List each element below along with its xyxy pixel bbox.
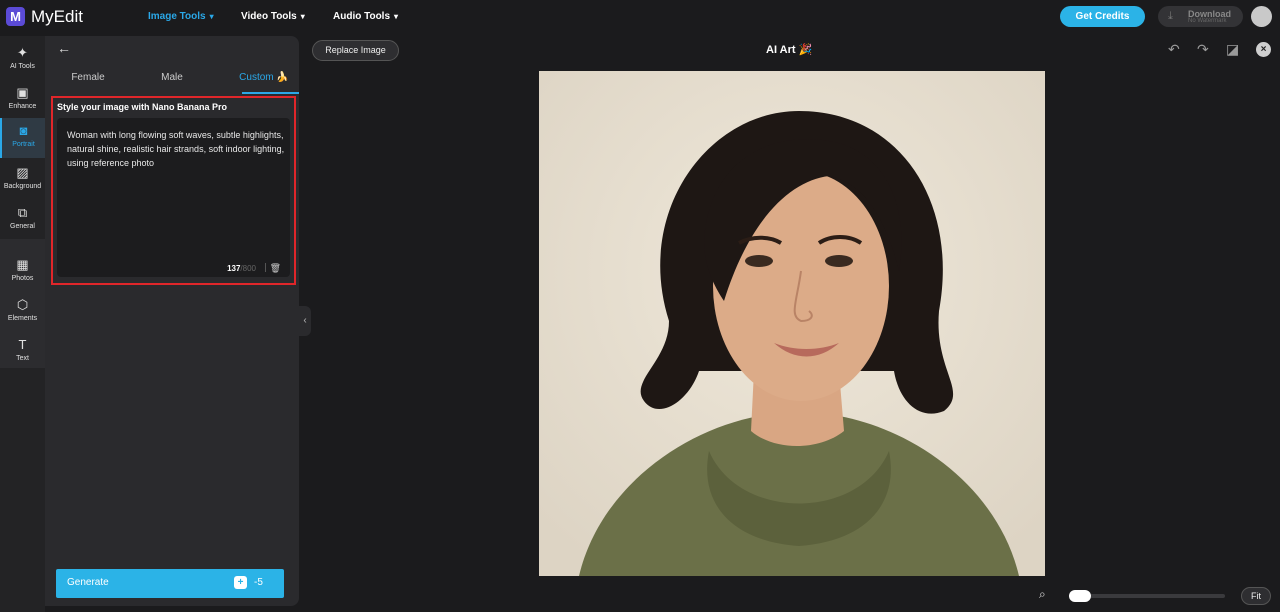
prompt-text[interactable]: Woman with long flowing soft waves, subt…: [67, 128, 287, 170]
generate-button[interactable]: Generate + -5: [56, 569, 284, 598]
rail-item-portrait[interactable]: ◙ Portrait: [0, 118, 45, 158]
nav-label: Audio Tools: [333, 11, 391, 22]
undo-icon[interactable]: ↶: [1168, 41, 1180, 58]
rail-item-general[interactable]: ⧉ General: [0, 200, 45, 240]
rail-label: AI Tools: [10, 63, 35, 70]
compare-icon[interactable]: ◪: [1226, 41, 1239, 58]
tab-male[interactable]: Male: [137, 72, 207, 83]
nav-video-tools[interactable]: Video Tools ▾: [241, 11, 305, 22]
nav-audio-tools[interactable]: Audio Tools ▾: [333, 11, 398, 22]
rail-label: Text: [16, 355, 29, 362]
zoom-icon[interactable]: ⌕: [1039, 587, 1046, 602]
rail-label: Photos: [11, 275, 34, 282]
rail-item-elements[interactable]: ⬡ Elements: [0, 292, 45, 332]
nav-label: Video Tools: [241, 11, 297, 22]
result-image: [539, 71, 1045, 576]
portrait-photo: [539, 71, 1045, 576]
redo-icon[interactable]: ↷: [1197, 41, 1209, 58]
elements-icon: ⬡: [16, 297, 29, 312]
fit-button[interactable]: Fit: [1241, 587, 1271, 605]
image-enhance-icon: ▣: [16, 85, 29, 100]
photos-icon: ▦: [16, 257, 29, 272]
generate-label: Generate: [67, 577, 109, 588]
logo-icon[interactable]: M: [6, 7, 25, 26]
download-button[interactable]: ⤓ Download No Watermark: [1158, 6, 1243, 27]
magic-wand-icon: ✦: [17, 45, 28, 60]
char-count: 137: [227, 264, 241, 273]
credit-cost: -5: [254, 577, 263, 588]
back-arrow-icon[interactable]: ←: [57, 40, 71, 56]
trash-icon[interactable]: 🗑: [270, 263, 281, 274]
rail-label: Enhance: [8, 103, 37, 110]
get-credits-button[interactable]: Get Credits: [1060, 6, 1145, 27]
active-tab-indicator: [242, 92, 299, 94]
prompt-textarea[interactable]: Woman with long flowing soft waves, subt…: [57, 118, 290, 277]
app-name[interactable]: MyEdit: [31, 7, 83, 27]
rail-label: General: [10, 223, 35, 230]
rail-item-ai-tools[interactable]: ✦ AI Tools: [0, 40, 45, 80]
divider: [265, 263, 266, 272]
tab-custom[interactable]: Custom 🍌: [229, 72, 299, 83]
portrait-panel: ← Female Male Custom 🍌 Style your image …: [45, 36, 299, 606]
download-sublabel: No Watermark: [1188, 18, 1227, 24]
zoom-slider-handle[interactable]: [1069, 590, 1091, 602]
rail-label: Background: [3, 183, 42, 190]
replace-image-button[interactable]: Replace Image: [312, 40, 399, 61]
tool-rail: ✦ AI Tools ▣ Enhance ◙ Portrait ▨ Backgr…: [0, 36, 45, 612]
rail-label: Elements: [7, 315, 38, 322]
chevron-down-icon: ▾: [394, 12, 399, 21]
zoom-slider[interactable]: [1069, 594, 1225, 598]
top-bar: M MyEdit Image Tools ▾ Video Tools ▾ Audio…: [0, 0, 1280, 34]
chevron-left-icon: ‹: [303, 315, 307, 326]
collapse-panel-handle[interactable]: ‹: [299, 306, 311, 336]
rail-item-text[interactable]: T Text: [0, 332, 45, 372]
rail-item-photos[interactable]: ▦ Photos: [0, 252, 45, 292]
char-max: /800: [240, 264, 256, 273]
canvas-area: Replace Image AI Art 🎉 ↶ ↷ ◪ × ⌕ Fit: [311, 36, 1280, 612]
close-icon[interactable]: ×: [1256, 42, 1271, 57]
text-icon: T: [18, 337, 27, 352]
credit-icon: +: [234, 576, 247, 589]
nav-image-tools[interactable]: Image Tools ▾: [148, 11, 214, 22]
chevron-down-icon: ▾: [300, 12, 305, 21]
download-icon: ⤓: [1168, 10, 1173, 22]
prompt-title: Style your image with Nano Banana Pro: [57, 102, 228, 112]
rail-label: Portrait: [12, 141, 35, 148]
nav-label: Image Tools: [148, 11, 206, 22]
rail-item-background[interactable]: ▨ Background: [0, 160, 45, 200]
char-counter: 137/800: [227, 264, 256, 273]
general-icon: ⧉: [17, 205, 28, 220]
chevron-down-icon: ▾: [209, 12, 214, 21]
canvas-title: AI Art 🎉: [766, 44, 813, 56]
portrait-icon: ◙: [19, 123, 28, 138]
tab-female[interactable]: Female: [53, 72, 123, 83]
prompt-section: Style your image with Nano Banana Pro Wo…: [51, 96, 296, 285]
rail-item-enhance[interactable]: ▣ Enhance: [0, 80, 45, 120]
background-icon: ▨: [16, 165, 29, 180]
avatar[interactable]: [1251, 6, 1272, 27]
